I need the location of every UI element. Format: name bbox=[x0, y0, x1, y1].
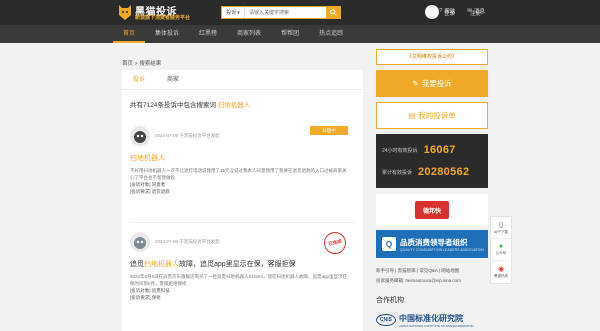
result-tabs: 投诉 商家 bbox=[122, 70, 363, 90]
complain-button-label: 我要投诉 bbox=[421, 79, 452, 88]
result-request: [投诉要求] 保修 bbox=[130, 295, 161, 300]
result-request: [投诉要求] 退货退款 bbox=[130, 189, 170, 194]
hotline-button[interactable]: ◉ 黑猫热线 bbox=[491, 261, 511, 283]
status-badge: 处理中 bbox=[310, 126, 348, 135]
app-download-label: APP下载 bbox=[493, 229, 508, 234]
search-input[interactable] bbox=[245, 7, 326, 18]
quality-org-banner[interactable]: Q 品质消费领导者组织 QUALITY CONSUMPTION LEADERS … bbox=[376, 230, 488, 258]
service-email: 投诉服务邮箱: heimaotousu@vip.sina.com bbox=[376, 278, 461, 283]
partner-subtitle: CHINA NATIONAL INSTITUTE OF STANDARDIZAT… bbox=[399, 323, 474, 328]
result-title[interactable]: 扫地机器人 bbox=[130, 153, 356, 163]
result-title[interactable]: 追觅扫地机器人故障，追觅app里显示在保，客服拒保 bbox=[130, 259, 356, 269]
nav-help-team[interactable]: 帮帮团 bbox=[271, 25, 309, 43]
org-subtitle: QUALITY CONSUMPTION LEADERS ASSOCIATION bbox=[400, 247, 484, 252]
user-avatar-icon bbox=[134, 237, 146, 249]
convention-link[interactable]: 《文明维权投诉公约》 bbox=[376, 49, 488, 65]
ad-logo: 德邦快 bbox=[415, 201, 449, 219]
stat-value: 16067 bbox=[423, 144, 456, 156]
stats-panel: 24小时有效投诉 16067 累计有效投诉 20280562 bbox=[376, 134, 488, 188]
my-complaints-label: 我的投诉单 bbox=[418, 111, 456, 120]
result-meta: 2024-07-06 于黑猫投诉平台发起 bbox=[155, 239, 220, 244]
hotline-label: 黑猫热线 bbox=[494, 274, 508, 278]
avatar bbox=[130, 232, 150, 252]
completed-stamp: 已完成 bbox=[321, 229, 349, 257]
search-type-label: 投诉 bbox=[226, 10, 237, 16]
cat-logo-icon bbox=[119, 5, 131, 20]
result-target: [投诉对象] 同意者 bbox=[130, 182, 166, 187]
footer-links[interactable]: 新手引导 | 黑猫智库 | 常见Q&A | 网站地图 bbox=[376, 268, 459, 274]
floating-toolbar: ▯ APP下载 ● 公众号 ◉ 黑猫热线 bbox=[490, 216, 512, 284]
result-body: 不好用扫地机器人一次不让退打电话说我用了15元没说过我本人同意我用了我要在退货退… bbox=[130, 168, 347, 180]
search-icon bbox=[329, 9, 337, 16]
org-logo-icon: Q bbox=[382, 237, 396, 251]
avatar bbox=[130, 126, 150, 146]
weibo-icon: ◉ bbox=[497, 266, 505, 273]
avatar[interactable] bbox=[425, 5, 439, 19]
chevron-down-icon: ▾ bbox=[237, 9, 240, 16]
register-link[interactable]: 注册 bbox=[470, 9, 481, 17]
search-type-select[interactable]: 投诉 ▾ bbox=[222, 7, 245, 18]
result-summary: 共有7124条投诉中包含搜索词 扫地机器人 bbox=[130, 99, 250, 109]
main-nav: 首页 集体投诉 红黑榜 商家列表 帮帮团 热点追踪 bbox=[0, 25, 600, 43]
nav-group-complaints[interactable]: 集体投诉 bbox=[145, 25, 189, 43]
login-link[interactable]: 登录 bbox=[444, 9, 455, 17]
wechat-label: 公众号 bbox=[495, 251, 507, 255]
stat-label: 累计有效投诉 bbox=[382, 169, 413, 176]
result-title-keyword: 扫地机器人 bbox=[130, 155, 165, 162]
result-title-prefix: 追觅 bbox=[130, 261, 144, 268]
my-complaints-button[interactable]: ▤ 我的投诉单 bbox=[376, 102, 488, 129]
nav-merchants[interactable]: 商家列表 bbox=[227, 25, 271, 43]
wechat-button[interactable]: ● 公众号 bbox=[491, 239, 511, 261]
logo-subtitle: 新浪旗下消费者服务平台 bbox=[135, 15, 191, 21]
stat-value: 20280562 bbox=[418, 166, 470, 178]
stat-label: 24小时有效投诉 bbox=[382, 147, 418, 154]
user-avatar-icon bbox=[134, 131, 146, 143]
nav-home[interactable]: 首页 bbox=[113, 25, 146, 43]
tab-merchants[interactable]: 商家 bbox=[156, 70, 190, 89]
result-card[interactable]: 2024-07-09 于黑猫投诉平台发起 处理中 扫地机器人 不好用扫地机器人一… bbox=[130, 126, 356, 195]
nav-red-black-list[interactable]: 红黑榜 bbox=[189, 25, 227, 43]
result-card[interactable]: 2024-07-06 于黑猫投诉平台发起 已完成 追觅扫地机器人故障，追觅app… bbox=[130, 229, 356, 301]
result-title-rest: 故障，追觅app里显示在保，客服拒保 bbox=[179, 261, 296, 268]
document-icon: ▤ bbox=[408, 111, 416, 120]
wechat-icon: ● bbox=[498, 243, 504, 250]
edit-icon: ✎ bbox=[412, 79, 419, 88]
stat-24h: 24小时有效投诉 16067 bbox=[382, 144, 456, 156]
tab-complaints[interactable]: 投诉 bbox=[122, 70, 156, 89]
result-title-keyword: 扫地机器人 bbox=[144, 261, 179, 268]
result-meta: 2024-07-09 于黑猫投诉平台发起 bbox=[155, 133, 220, 138]
stat-total: 累计有效投诉 20280562 bbox=[382, 166, 469, 178]
partner-mark: CNIS bbox=[376, 314, 396, 326]
phone-icon: ▯ bbox=[499, 221, 503, 229]
org-title: 品质消费领导者组织 bbox=[400, 237, 468, 247]
complain-button[interactable]: ✎ 我要投诉 bbox=[376, 70, 488, 97]
logo[interactable]: 黑猫投诉 新浪旗下消费者服务平台 bbox=[118, 2, 218, 23]
app-download-button[interactable]: ▯ APP下载 bbox=[491, 217, 511, 239]
nav-hot-tracking[interactable]: 热点追踪 bbox=[309, 25, 353, 43]
summary-keyword: 扫地机器人 bbox=[217, 102, 251, 109]
partner-name: 中国标准化研究院 bbox=[399, 313, 463, 323]
search-bar: 投诉 ▾ bbox=[221, 6, 341, 19]
top-bar: 黑猫投诉 新浪旗下消费者服务平台 投诉 ▾ ? 帮助 ✉ 消息 登录 注册 bbox=[0, 0, 600, 25]
partners-title: 合作机构 bbox=[376, 297, 404, 304]
divider bbox=[130, 222, 356, 223]
search-button[interactable] bbox=[326, 7, 340, 18]
result-target: [投诉对象] 追觅科技 bbox=[130, 288, 170, 293]
result-body: 2022年6月9日在追觅京东旗舰店购买了一台追觅扫地机器人S10pro，现在扫地… bbox=[130, 274, 348, 286]
partner-logo[interactable]: CNIS 中国标准化研究院 CHINA NATIONAL INSTITUTE O… bbox=[376, 311, 488, 329]
ad-banner[interactable]: 德邦快 bbox=[376, 194, 488, 226]
breadcrumb: 首页 > 搜索结果 bbox=[122, 61, 162, 67]
help-icon: ? bbox=[439, 8, 443, 14]
search-results-panel: 投诉 商家 共有7124条投诉中包含搜索词 扫地机器人 2024-07-09 于… bbox=[122, 70, 363, 331]
summary-text: 共有7124条投诉中包含搜索词 bbox=[130, 102, 216, 109]
